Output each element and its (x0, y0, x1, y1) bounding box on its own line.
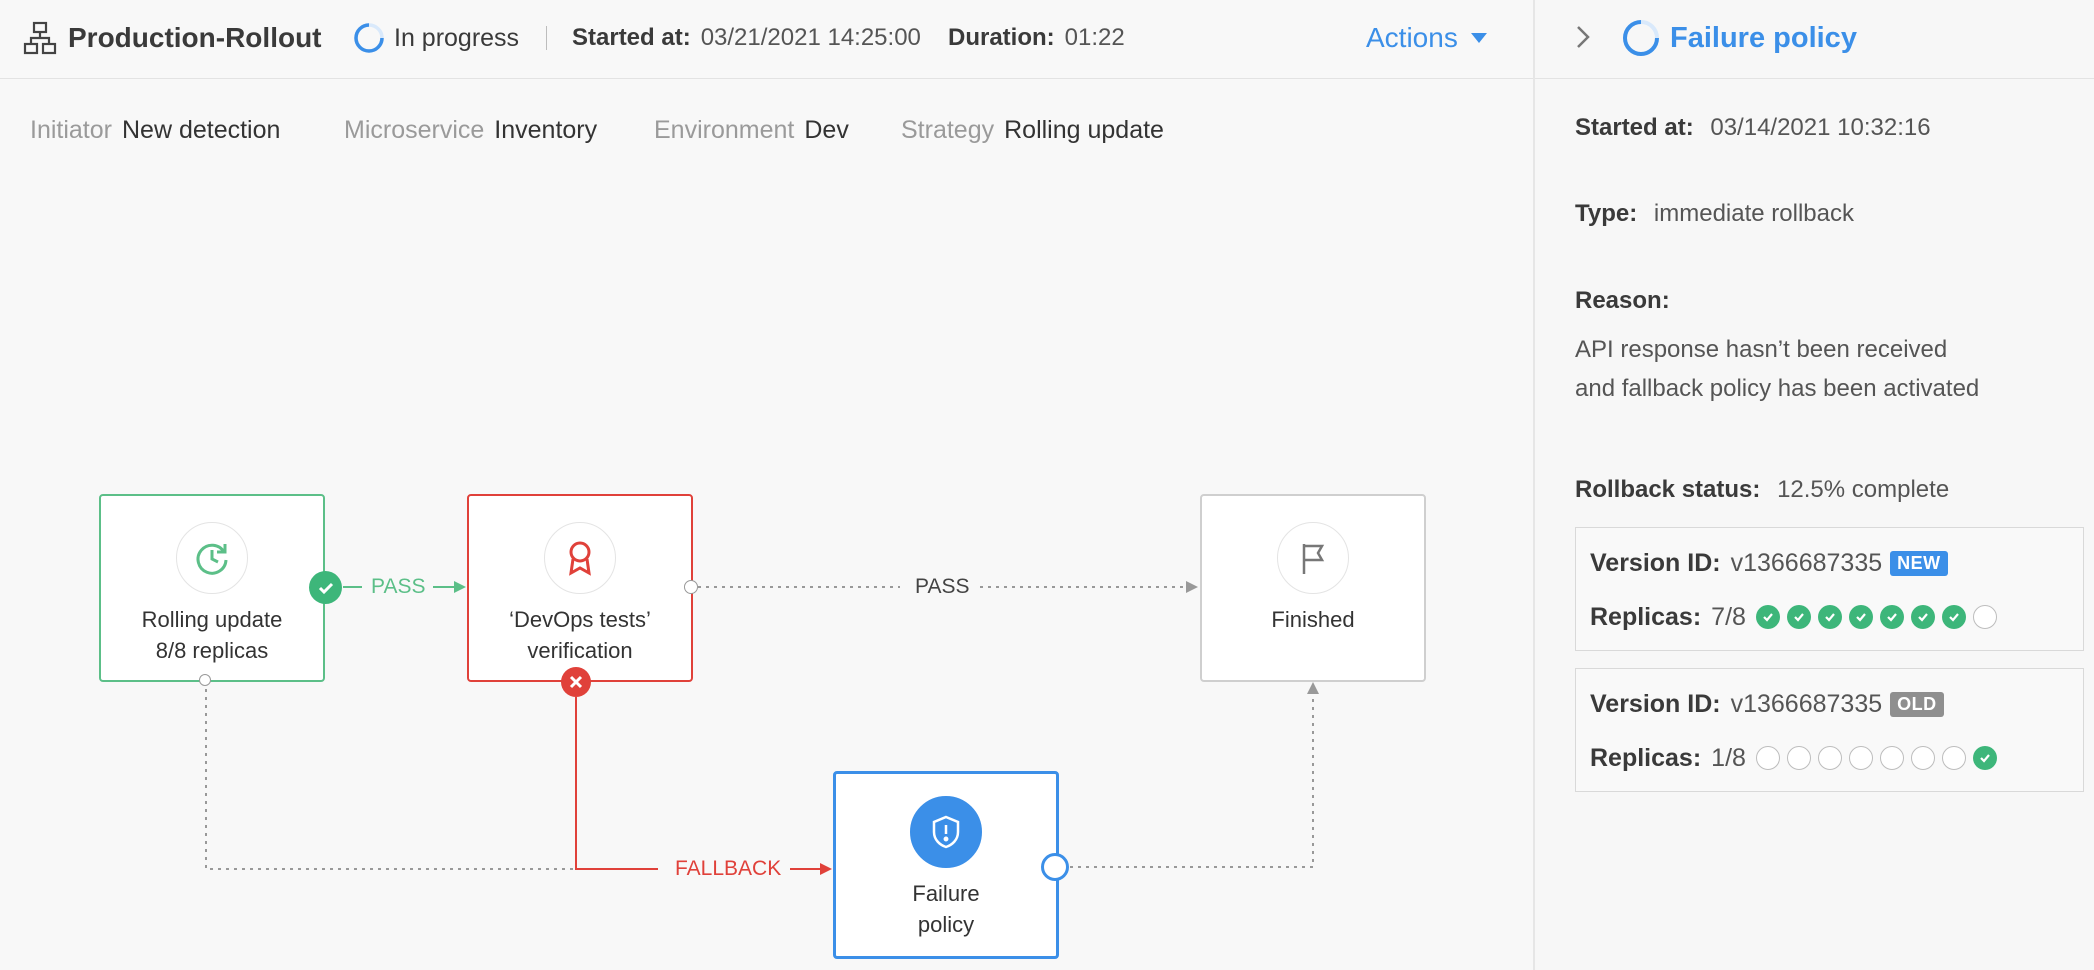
replica-done-icon (1910, 605, 1935, 629)
replica-pending-icon (1972, 605, 1997, 629)
panel-type-label: Type: (1575, 200, 1638, 227)
connector-port[interactable] (199, 674, 211, 686)
pass-check-icon (309, 571, 342, 604)
replica-done-icon (1755, 605, 1780, 629)
replica-done-icon (1817, 605, 1842, 629)
connector-port[interactable] (1041, 853, 1069, 881)
node-failure-policy[interactable]: Failure policy (833, 771, 1059, 959)
replica-pending-icon (1941, 746, 1966, 770)
workflow-area: Production-Rollout In progress Started a… (0, 0, 1533, 970)
node-label: ‘DevOps tests’ verification (509, 607, 651, 663)
node-devops-tests[interactable]: ‘DevOps tests’ verification (467, 494, 693, 682)
new-badge: NEW (1890, 550, 1948, 576)
flow-connectors (205, 581, 1319, 875)
version-card-new: Version ID: v1366687335 NEW Replicas: 7/… (1575, 527, 2084, 651)
flag-icon (1277, 522, 1349, 594)
panel-reason-label: Reason: (1575, 287, 1670, 314)
replica-dots (1755, 746, 1997, 770)
node-label: Rolling update 8/8 replicas (141, 607, 283, 663)
edge-label-fallback: FALLBACK (675, 857, 782, 880)
panel-type-value: immediate rollback (1653, 200, 1854, 227)
replica-done-icon (1848, 605, 1873, 629)
award-ribbon-icon (544, 522, 616, 594)
panel-started-value: 03/14/2021 10:32:16 (1710, 114, 1931, 141)
panel-header: Failure policy (1535, 0, 2094, 79)
replicas-row: Replicas: 1/8 (1590, 741, 1997, 775)
edge-label-pass: PASS (371, 575, 426, 598)
replica-pending-icon (1755, 746, 1780, 770)
details-panel: Failure policy Started at: 03/14/2021 10… (1533, 0, 2094, 970)
version-id-row: Version ID: v1366687335 NEW (1590, 546, 1948, 580)
edge-label-pass: PASS (915, 575, 970, 598)
replica-dots (1755, 605, 1997, 629)
refresh-clock-icon (176, 522, 248, 594)
panel-type: Type: immediate rollback (1575, 200, 1854, 228)
fail-x-icon (561, 667, 591, 697)
replica-pending-icon (1910, 746, 1935, 770)
rollback-label: Rollback status: (1575, 476, 1761, 503)
replica-pending-icon (1848, 746, 1873, 770)
replica-done-icon (1879, 605, 1904, 629)
version-id-row: Version ID: v1366687335 OLD (1590, 687, 1944, 721)
old-badge: OLD (1890, 691, 1944, 717)
replica-done-icon (1941, 605, 1966, 629)
panel-title: Failure policy (1670, 21, 1857, 54)
chevron-right-icon (1577, 26, 1590, 48)
collapse-panel-button[interactable] (1573, 22, 1593, 57)
replicas-row: Replicas: 7/8 (1590, 600, 1997, 634)
replica-pending-icon (1879, 746, 1904, 770)
rollback-value: 12.5% complete (1777, 476, 1950, 503)
node-label: Failure policy (912, 881, 980, 937)
panel-started-at: Started at: 03/14/2021 10:32:16 (1575, 114, 1931, 142)
node-finished[interactable]: Finished (1200, 494, 1426, 682)
replica-pending-icon (1817, 746, 1842, 770)
version-card-old: Version ID: v1366687335 OLD Replicas: 1/… (1575, 668, 2084, 792)
in-progress-spinner-icon (1621, 18, 1661, 63)
node-rolling-update[interactable]: Rolling update 8/8 replicas (99, 494, 325, 682)
panel-reason-text: API response hasn’t been received and fa… (1575, 336, 1980, 402)
panel-rollback-status: Rollback status: 12.5% complete (1575, 476, 1949, 504)
connector-port[interactable] (684, 580, 698, 594)
replica-done-icon (1786, 605, 1811, 629)
shield-alert-icon (910, 796, 982, 868)
replica-pending-icon (1786, 746, 1811, 770)
panel-started-label: Started at: (1575, 114, 1694, 141)
node-label: Finished (1271, 607, 1355, 632)
replica-done-icon (1972, 746, 1997, 770)
